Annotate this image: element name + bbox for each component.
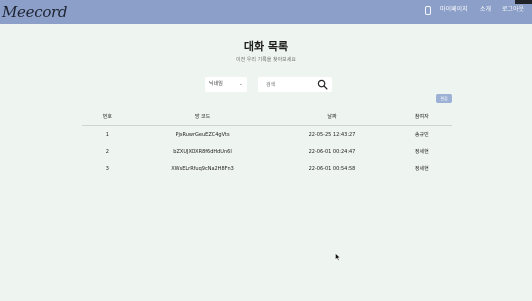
column-header-participant: 참여자 bbox=[414, 114, 429, 120]
table-header-row: 번호 방 코드 날짜 참여자 bbox=[82, 108, 452, 126]
row-room-code[interactable]: bZXUJXOXR8f6dHdUn6I bbox=[133, 143, 273, 160]
search-type-value: 닉네임 bbox=[209, 81, 223, 87]
top-navigation-bar: Meecord 마이페이지 소개 로그아웃 bbox=[0, 0, 532, 24]
nav-mypage-link[interactable]: 마이페이지 bbox=[440, 0, 468, 20]
phone-icon bbox=[425, 6, 431, 15]
row-date: 22-06-01 00:54:58 bbox=[308, 165, 356, 172]
nav-about-link[interactable]: 소개 bbox=[480, 0, 491, 20]
row-room-code[interactable]: XWsELrRfuq9cNa2H8Fn3 bbox=[133, 160, 273, 177]
page-subtitle: 이전 우리 기록을 찾아보세요 bbox=[236, 57, 296, 63]
row-participant: 송규민 bbox=[414, 132, 429, 138]
edit-button[interactable]: 편집 bbox=[436, 94, 452, 103]
column-header-room-code: 방 코드 bbox=[194, 114, 211, 120]
row-participant: 정세현 bbox=[414, 166, 429, 172]
column-header-date: 날짜 bbox=[327, 114, 337, 120]
chevron-down-icon: ⌄ bbox=[238, 81, 243, 87]
page-title: 대화 목록 bbox=[243, 40, 289, 53]
row-number: 2 bbox=[105, 148, 109, 155]
row-number: 1 bbox=[105, 131, 109, 138]
row-date: 22-06-01 00:24:47 bbox=[308, 148, 356, 155]
table-row[interactable]: 2 bZXUJXOXR8f6dHdUn6I 22-06-01 00:24:47 … bbox=[82, 143, 452, 160]
row-room-code[interactable]: PjsRuwrGeuEZC4gVts bbox=[133, 126, 273, 144]
table-row[interactable]: 1 PjsRuwrGeuEZC4gVts 22-05-25 12:43:27 송… bbox=[82, 126, 452, 144]
app-logo[interactable]: Meecord bbox=[2, 1, 68, 23]
search-icon[interactable] bbox=[317, 79, 328, 90]
search-type-select[interactable]: 닉네임 ⌄ bbox=[205, 77, 247, 92]
row-participant: 정세현 bbox=[414, 149, 429, 155]
mouse-cursor-icon bbox=[335, 253, 341, 261]
row-number: 3 bbox=[105, 165, 109, 172]
conversation-table: 번호 방 코드 날짜 참여자 1 PjsRuwrGeuEZC4gVts 22-0… bbox=[82, 108, 452, 177]
column-header-number: 번호 bbox=[102, 114, 112, 120]
table-row[interactable]: 3 XWsELrRfuq9cNa2H8Fn3 22-06-01 00:54:58… bbox=[82, 160, 452, 177]
nav-active-marker bbox=[515, 0, 532, 4]
row-date: 22-05-25 12:43:27 bbox=[308, 131, 356, 138]
